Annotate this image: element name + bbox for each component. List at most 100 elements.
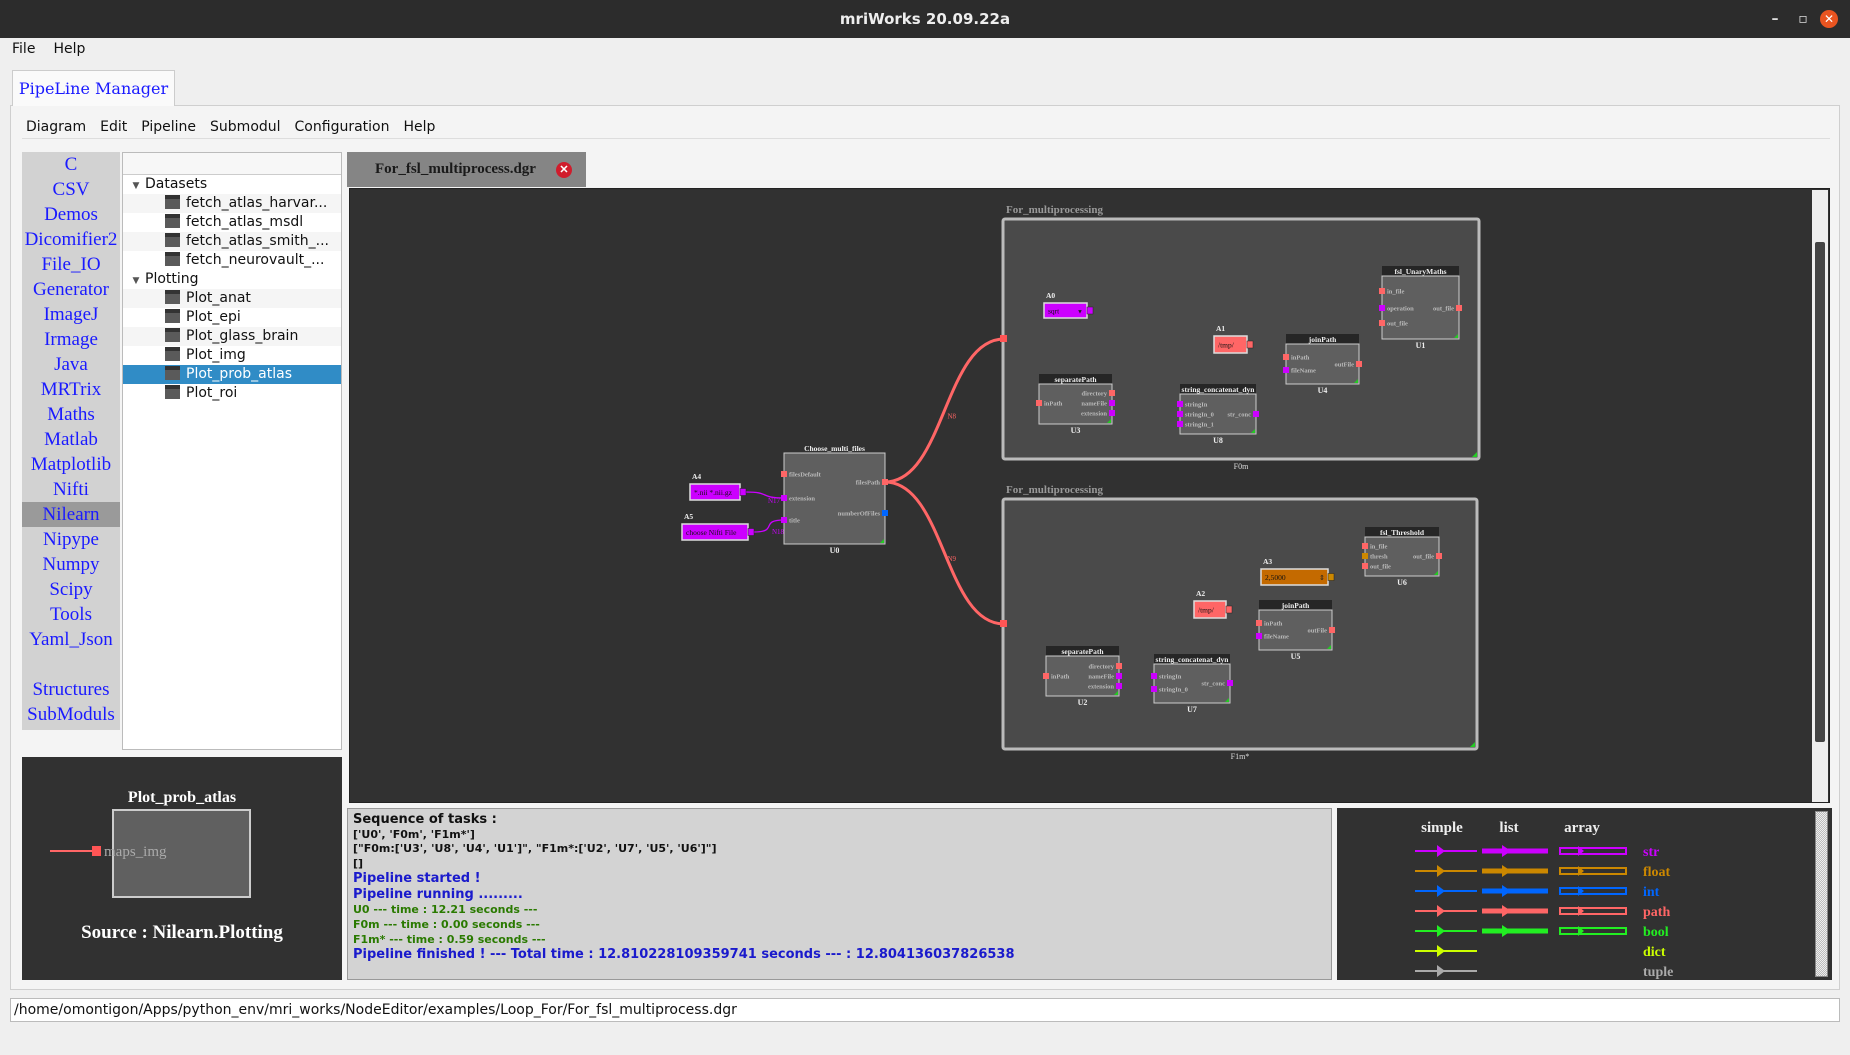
tree-item[interactable]: Plot_img — [123, 346, 341, 365]
library-item[interactable]: SubModuls — [22, 702, 120, 727]
expand-arrow-icon[interactable]: ▼ — [127, 272, 145, 289]
input-port[interactable] — [1256, 633, 1262, 639]
tree-item[interactable]: fetch_atlas_msdl — [123, 213, 341, 232]
library-item[interactable]: Nipype — [22, 527, 120, 552]
input-port[interactable] — [1177, 401, 1183, 407]
legend-scrollbar[interactable] — [1815, 811, 1828, 977]
input-port[interactable] — [781, 495, 787, 501]
tab-pipeline-manager[interactable]: PipeLine Manager — [12, 70, 175, 106]
input-port[interactable] — [1256, 620, 1262, 626]
constant-A5[interactable]: A5 choose Nifti File — [681, 512, 755, 541]
scrollbar-thumb[interactable] — [1815, 242, 1825, 742]
output-port[interactable] — [1456, 305, 1462, 311]
output-port[interactable] — [1329, 627, 1335, 633]
library-item[interactable]: Scipy — [22, 577, 120, 602]
output-port[interactable] — [1227, 680, 1233, 686]
maximize-icon[interactable]: ▫ — [1794, 10, 1812, 28]
library-item[interactable]: ImageJ — [22, 302, 120, 327]
menu-submodul[interactable]: Submodul — [210, 115, 281, 138]
menu-diagram[interactable]: Diagram — [26, 115, 86, 138]
menu-help[interactable]: Help — [53, 38, 85, 60]
input-port[interactable] — [1362, 553, 1368, 559]
library-item[interactable]: CSV — [22, 177, 120, 202]
tree-item[interactable]: fetch_neurovault_... — [123, 251, 341, 270]
output-port[interactable] — [1109, 410, 1115, 416]
input-port[interactable] — [1379, 288, 1385, 294]
output-port[interactable] — [1109, 390, 1115, 396]
for-loop-frame[interactable]: For_multiprocessing F1m* — [1000, 484, 1479, 761]
library-item[interactable]: Maths — [22, 402, 120, 427]
input-port[interactable] — [1151, 673, 1157, 679]
node-U0[interactable]: Choose_multi_files U0 filesDefault extensio… — [781, 444, 888, 555]
output-port[interactable] — [1109, 400, 1115, 406]
library-item[interactable]: Irmage — [22, 327, 120, 352]
menu-pipeline[interactable]: Pipeline — [141, 115, 196, 138]
constant-A4[interactable]: A4 *.nii *.nii.gz — [689, 472, 747, 501]
input-port[interactable] — [1177, 411, 1183, 417]
library-item[interactable]: Nifti — [22, 477, 120, 502]
input-port[interactable] — [1283, 354, 1289, 360]
tab-diagram[interactable]: For_fsl_multiprocess.dgr ✕ — [347, 152, 586, 187]
tree-item[interactable]: Plot_roi — [123, 384, 341, 403]
library-item[interactable]: Numpy — [22, 552, 120, 577]
library-item[interactable]: Matplotlib — [22, 452, 120, 477]
input-port[interactable] — [1036, 400, 1042, 406]
tree-item[interactable]: Plot_epi — [123, 308, 341, 327]
input-port[interactable] — [1151, 686, 1157, 692]
menu-configuration[interactable]: Configuration — [295, 115, 390, 138]
canvas-scrollbar[interactable] — [1812, 190, 1828, 802]
library-item[interactable]: File_IO — [22, 252, 120, 277]
output-port[interactable] — [747, 528, 755, 536]
input-port[interactable] — [1379, 305, 1385, 311]
frame-input-port[interactable] — [1000, 620, 1007, 627]
library-item[interactable]: Matlab — [22, 427, 120, 452]
spinner-icon[interactable]: ⇕ — [1319, 574, 1325, 582]
tree-item[interactable]: Plot_glass_brain — [123, 327, 341, 346]
tree-item[interactable]: fetch_atlas_smith_... — [123, 232, 341, 251]
file-path-field[interactable]: /home/omontigon/Apps/python_env/mri_work… — [10, 998, 1840, 1022]
tree-item[interactable]: Plot_prob_atlas — [123, 365, 341, 384]
library-item[interactable]: C — [22, 152, 120, 177]
output-port[interactable] — [1116, 673, 1122, 679]
frame-input-port[interactable] — [1000, 335, 1007, 342]
tree-item[interactable]: Plot_anat — [123, 289, 341, 308]
output-port[interactable] — [1116, 663, 1122, 669]
library-item[interactable]: Yaml_Json — [22, 627, 120, 652]
node-U1[interactable]: fsl_UnaryMaths U1 in_file operation out_file… — [1379, 266, 1462, 350]
output-port[interactable] — [1225, 605, 1233, 614]
input-port[interactable] — [1283, 367, 1289, 373]
library-item[interactable]: Dicomifier2 — [22, 227, 120, 252]
diagram-canvas[interactable]: N17N18N8N9N1N3N5N4N2N6N14N15N11N16N10N7N… — [349, 188, 1830, 803]
input-port[interactable] — [1362, 563, 1368, 569]
input-port[interactable] — [781, 517, 787, 523]
menu-file[interactable]: File — [12, 38, 35, 60]
output-port[interactable] — [1327, 573, 1335, 581]
input-port[interactable] — [1379, 320, 1385, 326]
library-item[interactable]: Generator — [22, 277, 120, 302]
input-port[interactable] — [781, 471, 787, 477]
library-item[interactable]: Nilearn — [22, 502, 120, 527]
link[interactable] — [884, 337, 1005, 484]
input-port[interactable] — [1043, 673, 1049, 679]
output-port[interactable] — [882, 510, 888, 516]
tree-group[interactable]: ▼ Datasets — [123, 175, 341, 194]
output-port[interactable] — [1086, 306, 1094, 315]
menu-help2[interactable]: Help — [403, 115, 435, 138]
minimize-icon[interactable]: – — [1766, 10, 1784, 28]
output-port[interactable] — [882, 479, 888, 485]
library-item[interactable]: Tools — [22, 602, 120, 627]
output-port[interactable] — [1253, 411, 1259, 417]
close-circle-icon[interactable]: ✕ — [556, 162, 572, 178]
tree-item[interactable]: fetch_atlas_harvar... — [123, 194, 341, 213]
output-port[interactable] — [1116, 683, 1122, 689]
tree-group[interactable]: ▼ Plotting — [123, 270, 341, 289]
library-item[interactable]: Java — [22, 352, 120, 377]
close-icon[interactable]: ✕ — [1820, 10, 1838, 28]
output-port[interactable] — [739, 488, 747, 496]
output-port[interactable] — [1356, 361, 1362, 367]
input-port[interactable] — [1177, 421, 1183, 427]
library-item[interactable]: Demos — [22, 202, 120, 227]
expand-arrow-icon[interactable]: ▼ — [127, 177, 145, 194]
input-port[interactable] — [1362, 543, 1368, 549]
output-port[interactable] — [1436, 553, 1442, 559]
